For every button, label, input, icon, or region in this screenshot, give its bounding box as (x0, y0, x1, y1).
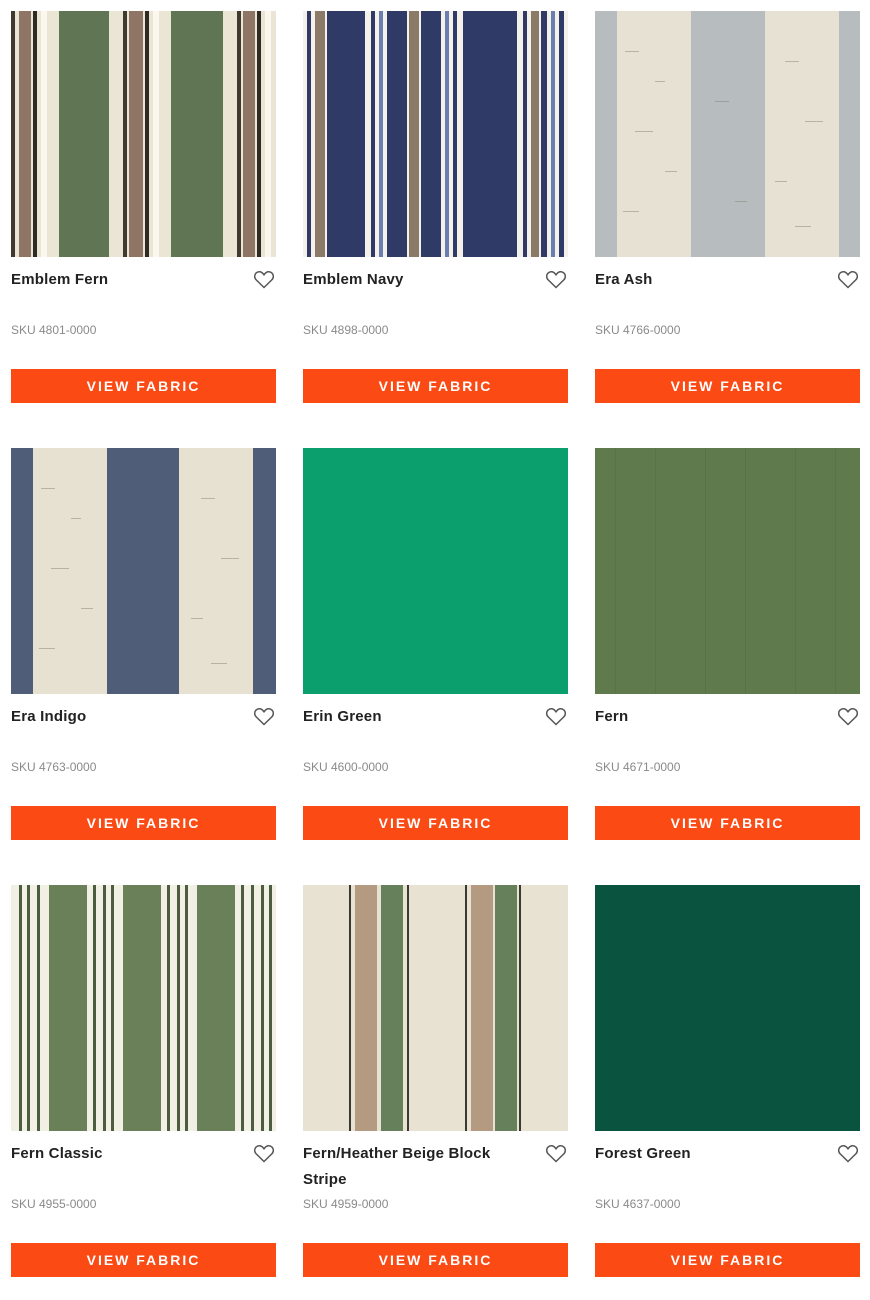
product-sku: SKU 4801-0000 (11, 323, 97, 337)
product-name[interactable]: Fern/Heather Beige Block Stripe (303, 1141, 523, 1193)
view-fabric-button[interactable]: VIEW FABRIC (11, 1243, 276, 1277)
product-name[interactable]: Era Ash (595, 267, 815, 293)
heart-outline-icon[interactable] (836, 1141, 860, 1165)
view-fabric-button[interactable]: VIEW FABRIC (595, 806, 860, 840)
fabric-swatch-image[interactable] (595, 448, 860, 694)
product-name[interactable]: Fern (595, 704, 815, 730)
product-card: Fern SKU 4671-0000 VIEW FABRIC (595, 448, 860, 841)
fabric-swatch-image[interactable] (11, 11, 276, 257)
fabric-swatch-image[interactable] (595, 11, 860, 257)
product-sku: SKU 4766-0000 (595, 323, 681, 337)
fabric-swatch-image[interactable] (595, 885, 860, 1131)
product-card: Forest Green SKU 4637-0000 VIEW FABRIC (595, 885, 860, 1278)
product-name[interactable]: Fern Classic (11, 1141, 231, 1167)
product-sku: SKU 4898-0000 (303, 323, 389, 337)
fabric-swatch-image[interactable] (11, 885, 276, 1131)
view-fabric-button[interactable]: VIEW FABRIC (11, 369, 276, 403)
product-name[interactable]: Era Indigo (11, 704, 231, 730)
product-grid: Emblem Fern SKU 4801-0000 VIEW FABRIC Em… (0, 0, 870, 1300)
product-card: Era Indigo SKU 4763-0000 VIEW FABRIC (11, 448, 276, 841)
view-fabric-button[interactable]: VIEW FABRIC (595, 1243, 860, 1277)
product-sku: SKU 4600-0000 (303, 760, 389, 774)
heart-outline-icon[interactable] (544, 267, 568, 291)
product-sku: SKU 4959-0000 (303, 1197, 389, 1211)
heart-outline-icon[interactable] (252, 1141, 276, 1165)
product-name[interactable]: Emblem Fern (11, 267, 231, 293)
heart-outline-icon[interactable] (252, 267, 276, 291)
product-name[interactable]: Forest Green (595, 1141, 815, 1167)
view-fabric-button[interactable]: VIEW FABRIC (595, 369, 860, 403)
product-card: Era Ash SKU 4766-0000 VIEW FABRIC (595, 11, 860, 404)
heart-outline-icon[interactable] (252, 704, 276, 728)
fabric-swatch-image[interactable] (303, 885, 568, 1131)
heart-outline-icon[interactable] (544, 704, 568, 728)
product-sku: SKU 4637-0000 (595, 1197, 681, 1211)
heart-outline-icon[interactable] (836, 704, 860, 728)
product-sku: SKU 4763-0000 (11, 760, 97, 774)
view-fabric-button[interactable]: VIEW FABRIC (11, 806, 276, 840)
product-sku: SKU 4955-0000 (11, 1197, 97, 1211)
product-name[interactable]: Emblem Navy (303, 267, 523, 293)
heart-outline-icon[interactable] (544, 1141, 568, 1165)
view-fabric-button[interactable]: VIEW FABRIC (303, 1243, 568, 1277)
product-card: Erin Green SKU 4600-0000 VIEW FABRIC (303, 448, 568, 841)
fabric-swatch-image[interactable] (303, 11, 568, 257)
product-card: Fern Classic SKU 4955-0000 VIEW FABRIC (11, 885, 276, 1278)
product-name[interactable]: Erin Green (303, 704, 523, 730)
fabric-swatch-image[interactable] (303, 448, 568, 694)
heart-outline-icon[interactable] (836, 267, 860, 291)
product-card: Emblem Navy SKU 4898-0000 VIEW FABRIC (303, 11, 568, 404)
view-fabric-button[interactable]: VIEW FABRIC (303, 806, 568, 840)
product-card: Emblem Fern SKU 4801-0000 VIEW FABRIC (11, 11, 276, 404)
product-sku: SKU 4671-0000 (595, 760, 681, 774)
product-card: Fern/Heather Beige Block Stripe SKU 4959… (303, 885, 568, 1278)
fabric-swatch-image[interactable] (11, 448, 276, 694)
view-fabric-button[interactable]: VIEW FABRIC (303, 369, 568, 403)
